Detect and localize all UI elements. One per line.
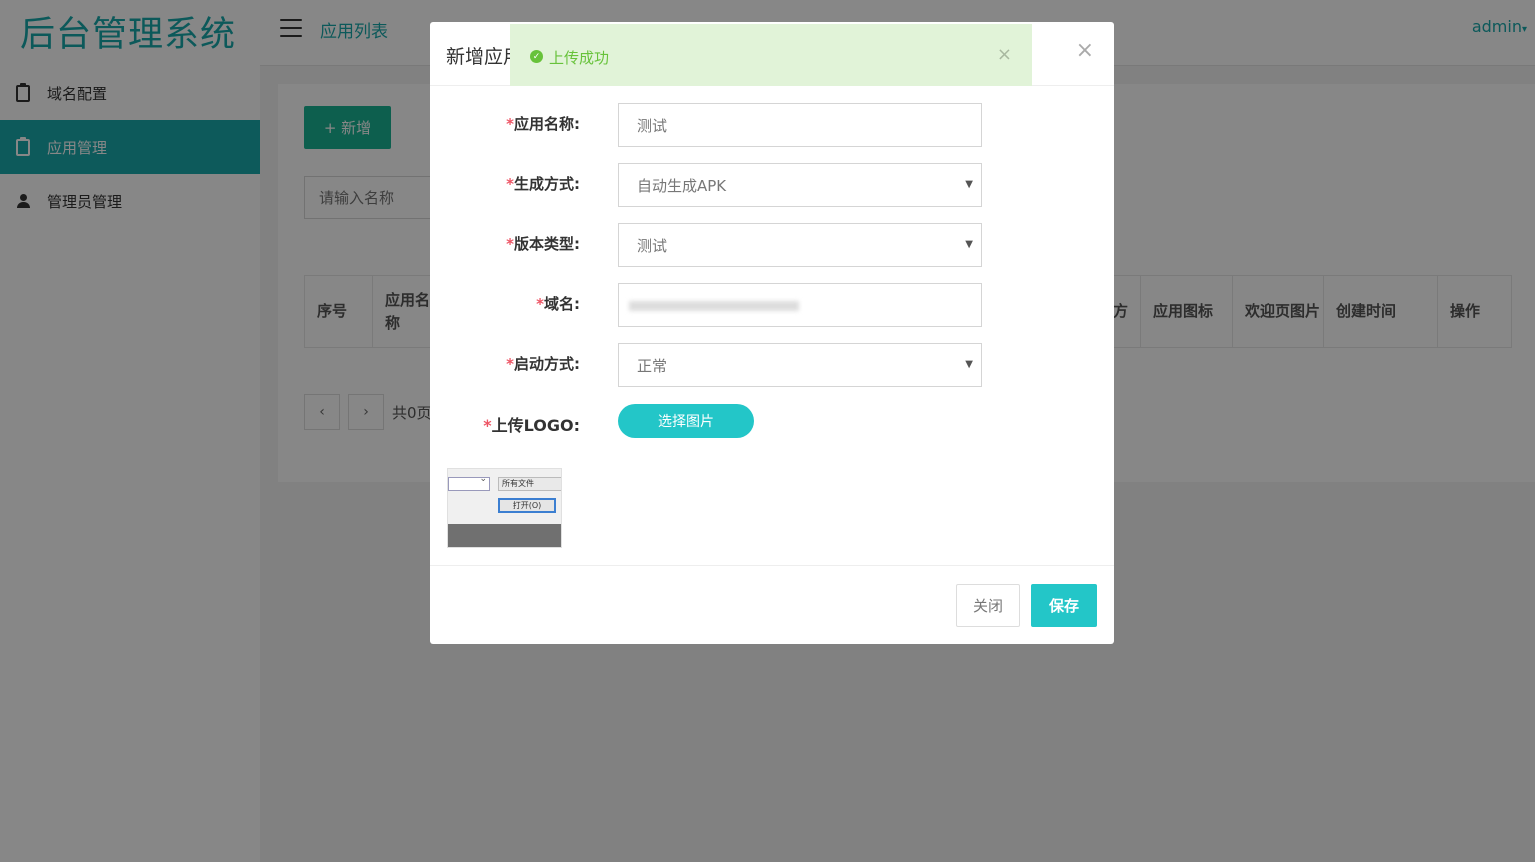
app-name-value: 测试: [637, 116, 668, 135]
toast-close-icon[interactable]: ×: [997, 44, 1012, 65]
close-button[interactable]: 关闭: [956, 584, 1020, 627]
redacted-value: [629, 301, 799, 311]
add-app-modal: 新增应用 ✓ 上传成功 × × *应用名称: 测试 *生成方式: 自动生成APK…: [430, 22, 1114, 644]
dropdown-caret-icon: ▼: [965, 239, 973, 250]
close-icon[interactable]: ×: [1076, 38, 1094, 63]
choose-image-button[interactable]: 选择图片: [618, 404, 754, 438]
version-type-select[interactable]: 测试 ▼: [618, 223, 982, 267]
domain-input[interactable]: [618, 283, 982, 327]
version-type-label: *版本类型:: [506, 235, 580, 253]
preview-file-select: [448, 474, 490, 491]
save-button[interactable]: 保存: [1031, 584, 1097, 627]
app-name-input[interactable]: 测试: [618, 103, 982, 147]
generate-mode-value: 自动生成APK: [637, 176, 727, 195]
logo-label: *上传LOGO:: [483, 416, 580, 435]
check-circle-icon: ✓: [530, 50, 543, 63]
dropdown-caret-icon: ▼: [965, 179, 973, 190]
toast-message: 上传成功: [549, 49, 610, 67]
version-type-value: 测试: [637, 236, 668, 255]
launch-mode-value: 正常: [637, 356, 668, 375]
logo-preview-image: 所有文件 打开(O): [447, 468, 562, 548]
launch-mode-select[interactable]: 正常 ▼: [618, 343, 982, 387]
success-toast: ✓ 上传成功 ×: [510, 24, 1032, 86]
modal-header: 新增应用 ✓ 上传成功 × ×: [430, 22, 1114, 86]
generate-mode-label: *生成方式:: [506, 175, 580, 193]
preview-band: [448, 524, 561, 547]
dropdown-caret-icon: ▼: [965, 359, 973, 370]
generate-mode-select[interactable]: 自动生成APK ▼: [618, 163, 982, 207]
domain-label: *域名:: [536, 295, 580, 313]
app-name-label: *应用名称:: [506, 115, 580, 133]
modal-footer: 关闭 保存: [430, 565, 1114, 644]
launch-mode-label: *启动方式:: [506, 355, 580, 373]
preview-file-filter: 所有文件: [498, 477, 561, 491]
preview-open-button: 打开(O): [498, 498, 556, 513]
